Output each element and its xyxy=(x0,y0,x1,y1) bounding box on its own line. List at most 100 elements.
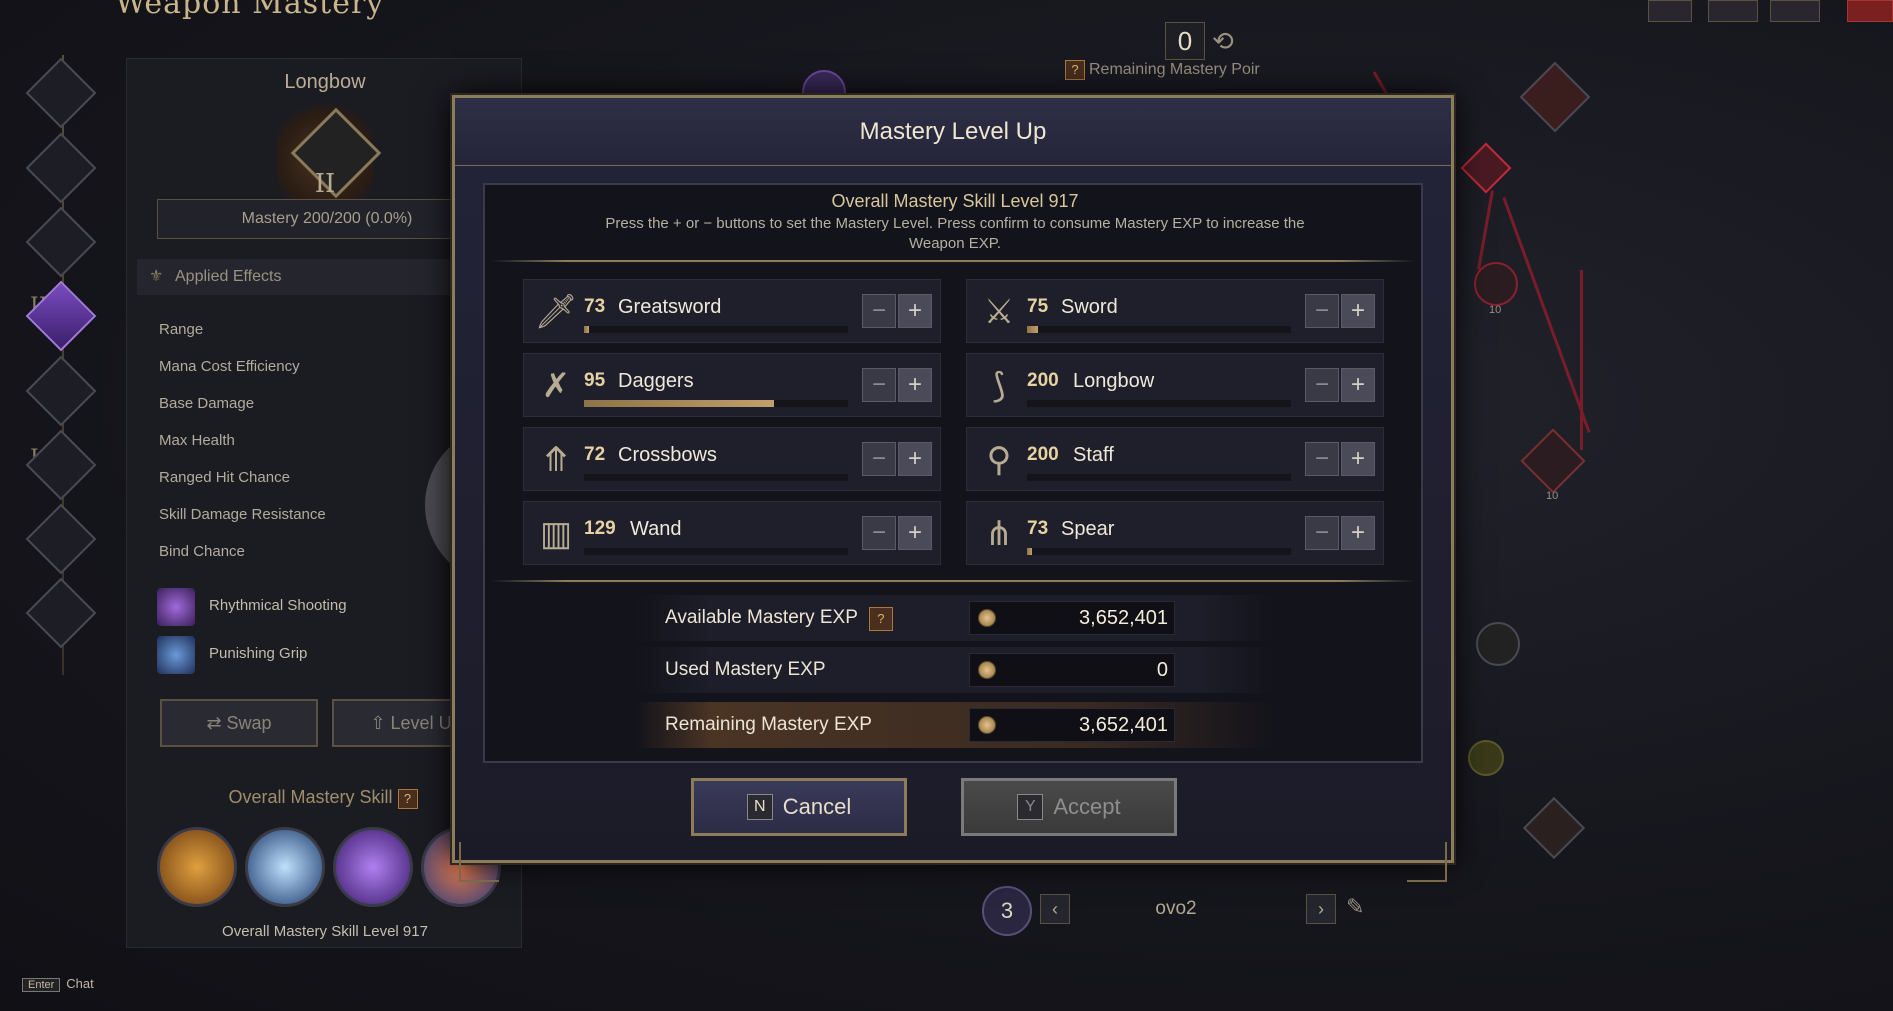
menu-icon-button[interactable] xyxy=(1648,0,1692,22)
key-y: Y xyxy=(1017,794,1044,820)
mastery-level-up-dialog: Mastery Level Up Overall Mastery Skill L… xyxy=(452,95,1454,882)
used-exp-value: 0 xyxy=(1156,659,1168,681)
spear-icon: ⋔ xyxy=(984,515,1014,553)
weapon-card-daggers: ✗ 95 Daggers − + xyxy=(523,353,941,417)
corner-ornament xyxy=(459,842,499,882)
rail-wand-tab[interactable] xyxy=(25,503,97,575)
rail-greatsword-tab[interactable] xyxy=(25,57,97,129)
weapon-name: Greatsword xyxy=(618,296,722,318)
dialog-body: Overall Mastery Skill Level 917 Press th… xyxy=(483,183,1423,763)
cancel-label: Cancel xyxy=(782,794,852,819)
chevron-right-icon[interactable]: › xyxy=(1306,894,1336,924)
minus-button[interactable]: − xyxy=(862,516,896,550)
dialog-header: Mastery Level Up xyxy=(455,98,1451,166)
plus-button[interactable]: + xyxy=(898,516,932,550)
tree-node[interactable] xyxy=(1468,740,1504,776)
overall-mastery-label: Overall Mastery Skill xyxy=(228,787,393,807)
help-icon[interactable]: ? xyxy=(1065,60,1085,80)
mastery-progress: Mastery 200/200 (0.0%) xyxy=(157,199,497,239)
rail-crossbow-tab[interactable] xyxy=(25,355,97,427)
accept-label: Accept xyxy=(1053,794,1121,819)
rail-daggers-tab[interactable] xyxy=(25,206,97,278)
plus-button[interactable]: + xyxy=(898,294,932,328)
weapon-level: 73 xyxy=(1027,518,1049,539)
weapon-exp-fill xyxy=(1027,548,1033,555)
minus-button[interactable]: − xyxy=(862,442,896,476)
weapon-card-staff: ⚲ 200 Staff − + xyxy=(966,427,1384,491)
plus-button[interactable]: + xyxy=(1341,516,1375,550)
skill-rhythmical-shooting[interactable]: Rhythmical Shooting xyxy=(157,587,347,626)
weapon-name: Longbow xyxy=(1073,370,1155,392)
weapon-exp-bar xyxy=(1027,474,1291,481)
preset-name: ovo2 xyxy=(1155,898,1197,919)
punishing-grip-icon xyxy=(157,636,195,674)
stat-label: Range xyxy=(159,321,204,338)
weapon-name: Wand xyxy=(630,518,682,540)
skill-punishing-grip[interactable]: Punishing Grip xyxy=(157,635,307,674)
stat-label: Base Damage xyxy=(159,395,255,412)
fleur-icon: ⚜ xyxy=(149,268,164,285)
refresh-icon[interactable]: ⟲ xyxy=(1212,26,1234,57)
weapon-exp-bar xyxy=(584,326,848,333)
remaining-exp-row: Remaining Mastery EXP 3,652,401 xyxy=(635,702,1275,748)
rail-sword-tab[interactable] xyxy=(25,132,97,204)
swap-button[interactable]: ⇄ Swap xyxy=(160,699,318,747)
level-up-label: Level U xyxy=(390,713,452,733)
weapon-exp-bar xyxy=(1027,548,1291,555)
overall-level-title: Overall Mastery Skill Level 917 xyxy=(831,191,1079,211)
rhythmical-shooting-icon xyxy=(157,588,195,626)
plus-button[interactable]: + xyxy=(1341,368,1375,402)
help-icon[interactable]: ? xyxy=(397,789,418,809)
help-icon[interactable]: ? xyxy=(868,607,893,631)
preset-navigator: 3 ‹ ovo2 › ✎ xyxy=(982,884,1378,940)
exp-label: Available Mastery EXP ? xyxy=(665,607,897,631)
minus-button[interactable]: − xyxy=(1305,368,1339,402)
stat-label: Bind Chance xyxy=(159,543,245,560)
weapon-level: 75 xyxy=(1027,296,1049,317)
stat-label: Max Health xyxy=(159,432,235,449)
node-count: 10 xyxy=(1489,304,1502,316)
overall-skill-1-icon[interactable] xyxy=(157,827,237,907)
weapon-card-greatsword: 🗡 73 Greatsword − + xyxy=(523,279,941,343)
minus-button[interactable]: − xyxy=(1305,442,1339,476)
wand-icon: ▥ xyxy=(539,515,573,553)
remaining-mastery-points: ? Remaining Mastery Poir xyxy=(1065,60,1260,80)
minus-button[interactable]: − xyxy=(862,294,896,328)
stat-label: Ranged Hit Chance xyxy=(159,469,290,486)
minus-button[interactable]: − xyxy=(1305,516,1339,550)
edit-icon[interactable]: ✎ xyxy=(1346,894,1364,920)
mount-icon-button[interactable] xyxy=(1770,0,1820,22)
tree-node[interactable] xyxy=(1474,262,1518,306)
weapon-level: 73 xyxy=(584,296,606,317)
weapon-name: Daggers xyxy=(618,370,694,392)
close-button[interactable] xyxy=(1847,0,1893,22)
rail-staff-tab[interactable] xyxy=(25,429,97,501)
rail-spear-tab[interactable] xyxy=(25,577,97,649)
plus-button[interactable]: + xyxy=(1341,294,1375,328)
overall-skill-2-icon[interactable] xyxy=(245,827,325,907)
rail-longbow-tab[interactable] xyxy=(25,280,97,352)
plus-button[interactable]: + xyxy=(898,442,932,476)
overall-skill-3-icon[interactable] xyxy=(333,827,413,907)
minus-button[interactable]: − xyxy=(862,368,896,402)
enter-key: Enter xyxy=(22,978,61,992)
available-exp-row: Available Mastery EXP ? 3,652,401 xyxy=(635,595,1275,641)
plus-button[interactable]: + xyxy=(1341,442,1375,476)
tree-node-locked[interactable] xyxy=(1476,622,1520,666)
daggers-icon: ✗ xyxy=(541,367,571,405)
remaining-label: Remaining Mastery Poir xyxy=(1089,61,1260,78)
chat-hint[interactable]: Enter Chat xyxy=(22,976,94,992)
weapon-name: Crossbows xyxy=(618,444,717,466)
arrow-up-icon: ⇧ xyxy=(370,713,391,733)
cancel-button[interactable]: N Cancel xyxy=(691,778,907,836)
inventory-icon-button[interactable] xyxy=(1708,0,1758,22)
accept-button[interactable]: Y Accept xyxy=(961,778,1177,836)
weapon-exp-bar xyxy=(584,400,848,407)
tree-link xyxy=(1580,270,1583,450)
coin-icon xyxy=(978,661,996,679)
stat-label: Mana Cost Efficiency xyxy=(159,358,300,375)
swap-label: Swap xyxy=(226,713,272,733)
minus-button[interactable]: − xyxy=(1305,294,1339,328)
plus-button[interactable]: + xyxy=(898,368,932,402)
weapon-exp-fill xyxy=(584,326,590,333)
